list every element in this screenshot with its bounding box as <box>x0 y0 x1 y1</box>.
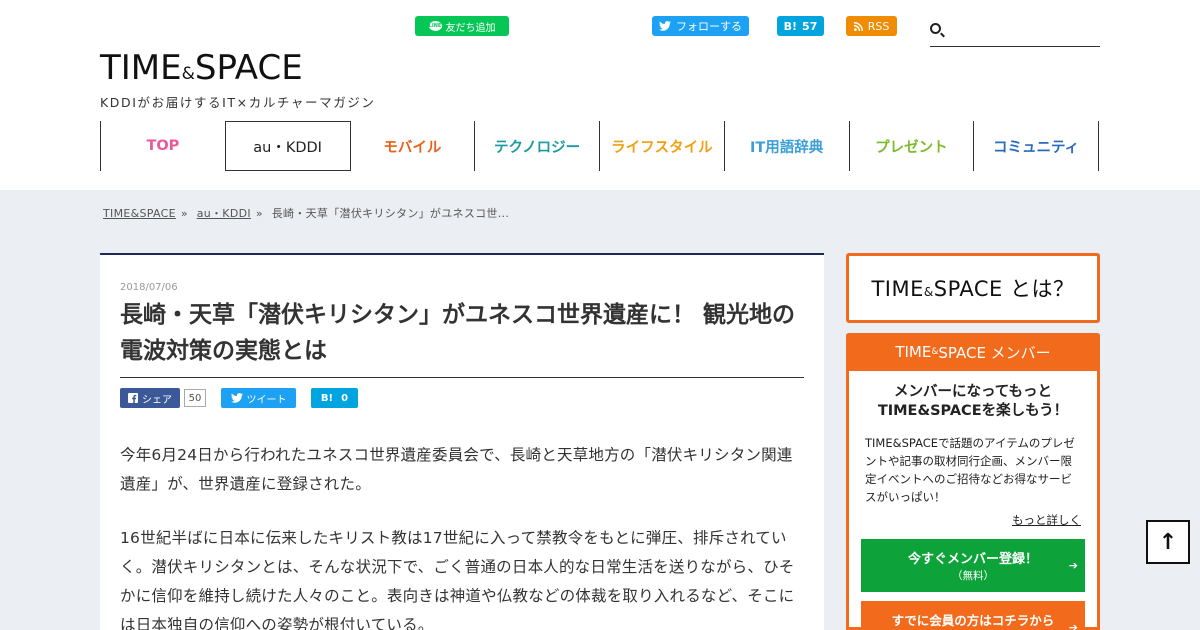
breadcrumb-separator: » <box>255 207 263 220</box>
nav-item-mobile[interactable]: モバイル <box>351 121 476 171</box>
rss-label: RSS <box>867 19 890 33</box>
nav-item-it-glossary[interactable]: IT用語辞典 <box>725 121 850 171</box>
register-button-label: 今すぐメンバー登録！ <box>907 552 1038 567</box>
global-nav: TOP au・KDDI モバイル テクノロジー ライフスタイル IT用語辞典 プ… <box>100 121 1099 171</box>
breadcrumb-separator: » <box>180 207 188 220</box>
breadcrumb-home-link[interactable]: TIME&SPACE <box>103 207 176 220</box>
article-paragraph: 今年6月24日から行われたユネスコ世界遺産委員会で、長崎と天草地方の「潜伏キリシ… <box>120 446 793 493</box>
nav-item-lifestyle[interactable]: ライフスタイル <box>600 121 725 171</box>
nav-item-top[interactable]: TOP <box>101 121 226 171</box>
arrow-up-icon: ↑ <box>1158 529 1178 555</box>
arrow-right-icon: ➔ <box>1068 621 1078 630</box>
facebook-share-button[interactable]: シェア <box>120 388 180 408</box>
nav-label: テクノロジー <box>494 139 581 156</box>
nav-label: ライフスタイル <box>611 139 713 156</box>
more-details-link[interactable]: もっと詳しく <box>849 512 1081 528</box>
breadcrumb-current: 長崎・天草「潜伏キリシタン」がユネスコ世... <box>271 207 510 220</box>
tweet-button[interactable]: ツイート <box>221 388 296 408</box>
member-lead-line: TIME&SPACEを楽しもう！ <box>877 403 1069 419</box>
nav-label: プレゼント <box>875 139 948 156</box>
about-banner-text: TIME&SPACE とは？ <box>871 277 1075 301</box>
twitter-icon <box>659 21 671 31</box>
site-logo[interactable]: TIME&SPACE KDDIがお届けするIT×カルチャーマガジン <box>100 48 376 111</box>
breadcrumb-category-link[interactable]: au・KDDI <box>197 207 251 220</box>
hatena-icon: B! <box>320 392 334 404</box>
rss-button[interactable]: RSS <box>846 16 897 36</box>
nav-item-community[interactable]: コミュニティ <box>974 121 1099 171</box>
member-lead: メンバーになってもっと TIME&SPACEを楽しもう！ <box>849 383 1097 421</box>
search-box <box>930 18 1100 47</box>
hatena-icon: B! <box>783 19 798 33</box>
hatena-bookmark-count: 0 <box>341 392 349 404</box>
line-add-friend-button[interactable]: LINE 友だち追加 <box>415 16 509 36</box>
login-button-label: すでに会員の方はコチラから <box>891 613 1055 628</box>
nav-label: TOP <box>146 138 180 154</box>
hatena-bookmark-button[interactable]: B! 0 <box>311 388 358 408</box>
nav-label: au・KDDI <box>253 139 322 156</box>
article-date: 2018/07/06 <box>120 282 178 293</box>
nav-item-au-kddi[interactable]: au・KDDI <box>225 121 351 171</box>
member-description: TIME&SPACEで話題のアイテムのプレゼントや記事の取材同行企画、メンバー限… <box>865 436 1075 504</box>
member-lead-line: メンバーになってもっと <box>893 384 1053 400</box>
member-box-title: TIME & SPACE メンバー <box>846 333 1100 371</box>
site-header: LINE 友だち追加 フォローする B! 57 RSS TIME&SPACE K… <box>0 0 1200 190</box>
hatena-bookmark-count-button[interactable]: B! 57 <box>777 16 824 36</box>
about-banner[interactable]: TIME&SPACE とは？ <box>846 253 1100 323</box>
nav-label: コミュニティ <box>993 139 1080 156</box>
logo-tagline: KDDIがお届けするIT×カルチャーマガジン <box>100 95 376 110</box>
member-box: TIME & SPACE メンバー メンバーになってもっと TIME&SPACEを楽… <box>846 333 1100 630</box>
line-button-label: 友だち追加 <box>445 22 496 34</box>
article-paragraph: 16世紀半ばに日本に伝来したキリスト教は17世紀に入って禁教令をもとに弾圧、排斥… <box>120 529 795 630</box>
line-icon: LINE <box>428 21 442 31</box>
search-input[interactable] <box>950 18 1100 44</box>
facebook-share-label: シェア <box>142 394 172 406</box>
twitter-icon <box>230 393 243 403</box>
register-button[interactable]: 今すぐメンバー登録！ （無料） ➔ <box>861 539 1085 592</box>
nav-item-present[interactable]: プレゼント <box>850 121 975 171</box>
nav-label: モバイル <box>383 139 442 156</box>
breadcrumb: TIME&SPACE » au・KDDI » 長崎・天草「潜伏キリシタン」がユネスコ… <box>103 205 509 221</box>
facebook-icon <box>128 393 138 403</box>
share-buttons: シェア 50 ツイート B! 0 <box>120 388 804 408</box>
rss-icon <box>853 21 863 31</box>
hatena-count: 57 <box>802 19 818 33</box>
tweet-label: ツイート <box>246 394 287 406</box>
login-button[interactable]: すでに会員の方はコチラから ➔ <box>861 601 1085 630</box>
nav-item-technology[interactable]: テクノロジー <box>475 121 600 171</box>
twitter-follow-button[interactable]: フォローする <box>652 16 749 36</box>
facebook-share-count: 50 <box>184 389 206 407</box>
twitter-follow-label: フォローする <box>676 20 742 33</box>
nav-label: IT用語辞典 <box>749 139 824 156</box>
logo-wordmark: TIME&SPACE <box>100 48 303 88</box>
article: 2018/07/06 長崎・天草「潜伏キリシタン」がユネスコ世界遺産に！ 観光地… <box>100 253 824 630</box>
search-icon[interactable] <box>930 23 941 34</box>
article-title: 長崎・天草「潜伏キリシタン」がユネスコ世界遺産に！ 観光地の電波対策の実態とは <box>120 297 804 378</box>
back-to-top-button[interactable]: ↑ <box>1146 520 1190 564</box>
register-button-sub: （無料） <box>952 570 994 582</box>
arrow-right-icon: ➔ <box>1068 559 1078 572</box>
